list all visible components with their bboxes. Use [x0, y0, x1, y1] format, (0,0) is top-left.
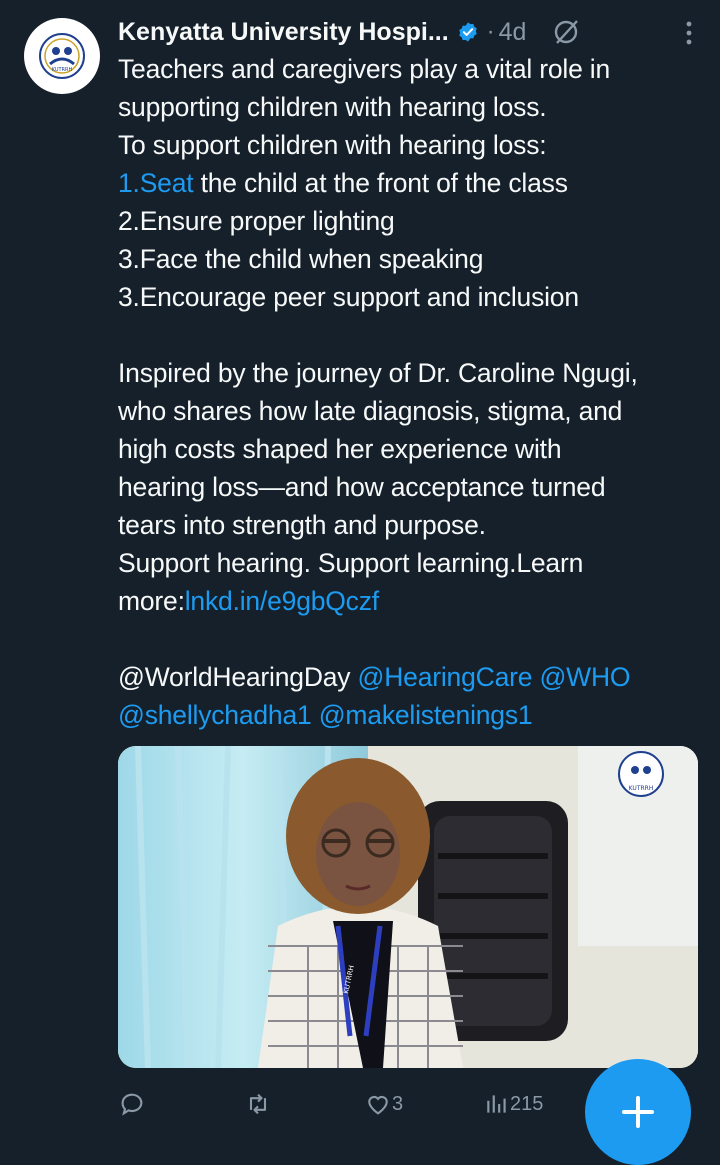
author-avatar[interactable]: KUTRRH — [24, 18, 100, 94]
separator-dot: · — [486, 18, 495, 45]
hospital-logo-icon: KUTRRH — [39, 33, 85, 79]
text-fragment: more: — [118, 586, 185, 616]
external-link[interactable]: lnkd.in/e9gbQczf — [185, 586, 379, 616]
verified-badge-icon — [457, 21, 479, 43]
text-line: supporting children with hearing loss. — [118, 92, 547, 122]
seat-link[interactable]: 1.Seat — [118, 168, 194, 198]
mention-plain[interactable]: @WorldHearingDay — [118, 662, 351, 692]
tweet-text: Teachers and caregivers play a vital rol… — [118, 50, 708, 734]
text-line: Inspired by the journey of Dr. Caroline … — [118, 358, 638, 388]
compose-button[interactable] — [585, 1059, 691, 1165]
video-frame-image: KUTRRH KUTRRH — [118, 746, 698, 1068]
text-line: who shares how late diagnosis, stigma, a… — [118, 396, 623, 426]
text-line: tears into strength and purpose. — [118, 510, 486, 540]
mention-link[interactable]: @WHO — [539, 662, 630, 692]
tweet-header: Kenyatta University Hospi... · 4d — [118, 14, 700, 50]
retweet-button[interactable] — [244, 1086, 272, 1122]
svg-text:KUTRRH: KUTRRH — [52, 67, 73, 73]
video-thumbnail[interactable]: KUTRRH KUTRRH — [118, 746, 698, 1068]
retweet-icon — [249, 1093, 267, 1115]
timestamp[interactable]: 4d — [499, 18, 527, 47]
text-fragment: the child at the front of the class — [200, 168, 568, 198]
text-line: 3.Face the child when speaking — [118, 244, 484, 274]
mention-link[interactable]: @makelistenings1 — [319, 700, 533, 730]
view-count: 215 — [510, 1092, 544, 1115]
views-button[interactable]: 215 — [484, 1086, 543, 1122]
like-button[interactable]: 3 — [364, 1086, 403, 1122]
like-count: 3 — [392, 1092, 404, 1115]
text-line: Support hearing. Support learning.Learn — [118, 548, 584, 578]
text-line: To support children with hearing loss: — [118, 130, 547, 160]
text-line: hearing loss—and how acceptance turned — [118, 472, 606, 502]
mentions-line: @WorldHearingDay @HearingCare @WHO — [118, 658, 708, 696]
text-line: more:lnkd.in/e9gbQczf — [118, 582, 708, 620]
text-line: high costs shaped her experience with — [118, 434, 562, 464]
text-line: 3.Encourage peer support and inclusion — [118, 282, 579, 312]
tweet-actions: 3 215 — [118, 1086, 588, 1122]
plus-icon — [622, 1096, 654, 1128]
text-line: Teachers and caregivers play a vital rol… — [118, 54, 611, 84]
heart-icon — [368, 1095, 388, 1115]
text-line: 2.Ensure proper lighting — [118, 206, 395, 236]
author-name[interactable]: Kenyatta University Hospi... — [118, 18, 449, 47]
mention-link[interactable]: @shellychadha1 — [118, 700, 312, 730]
views-chart-icon — [487, 1095, 506, 1113]
reply-button[interactable] — [118, 1086, 146, 1122]
mentions-line: @shellychadha1 @makelistenings1 — [118, 696, 708, 734]
text-line: 1.Seat the child at the front of the cla… — [118, 164, 708, 202]
grok-icon[interactable] — [552, 18, 580, 46]
reply-icon — [121, 1093, 143, 1116]
mention-link[interactable]: @HearingCare — [358, 662, 533, 692]
svg-text:KUTRRH: KUTRRH — [629, 785, 654, 792]
